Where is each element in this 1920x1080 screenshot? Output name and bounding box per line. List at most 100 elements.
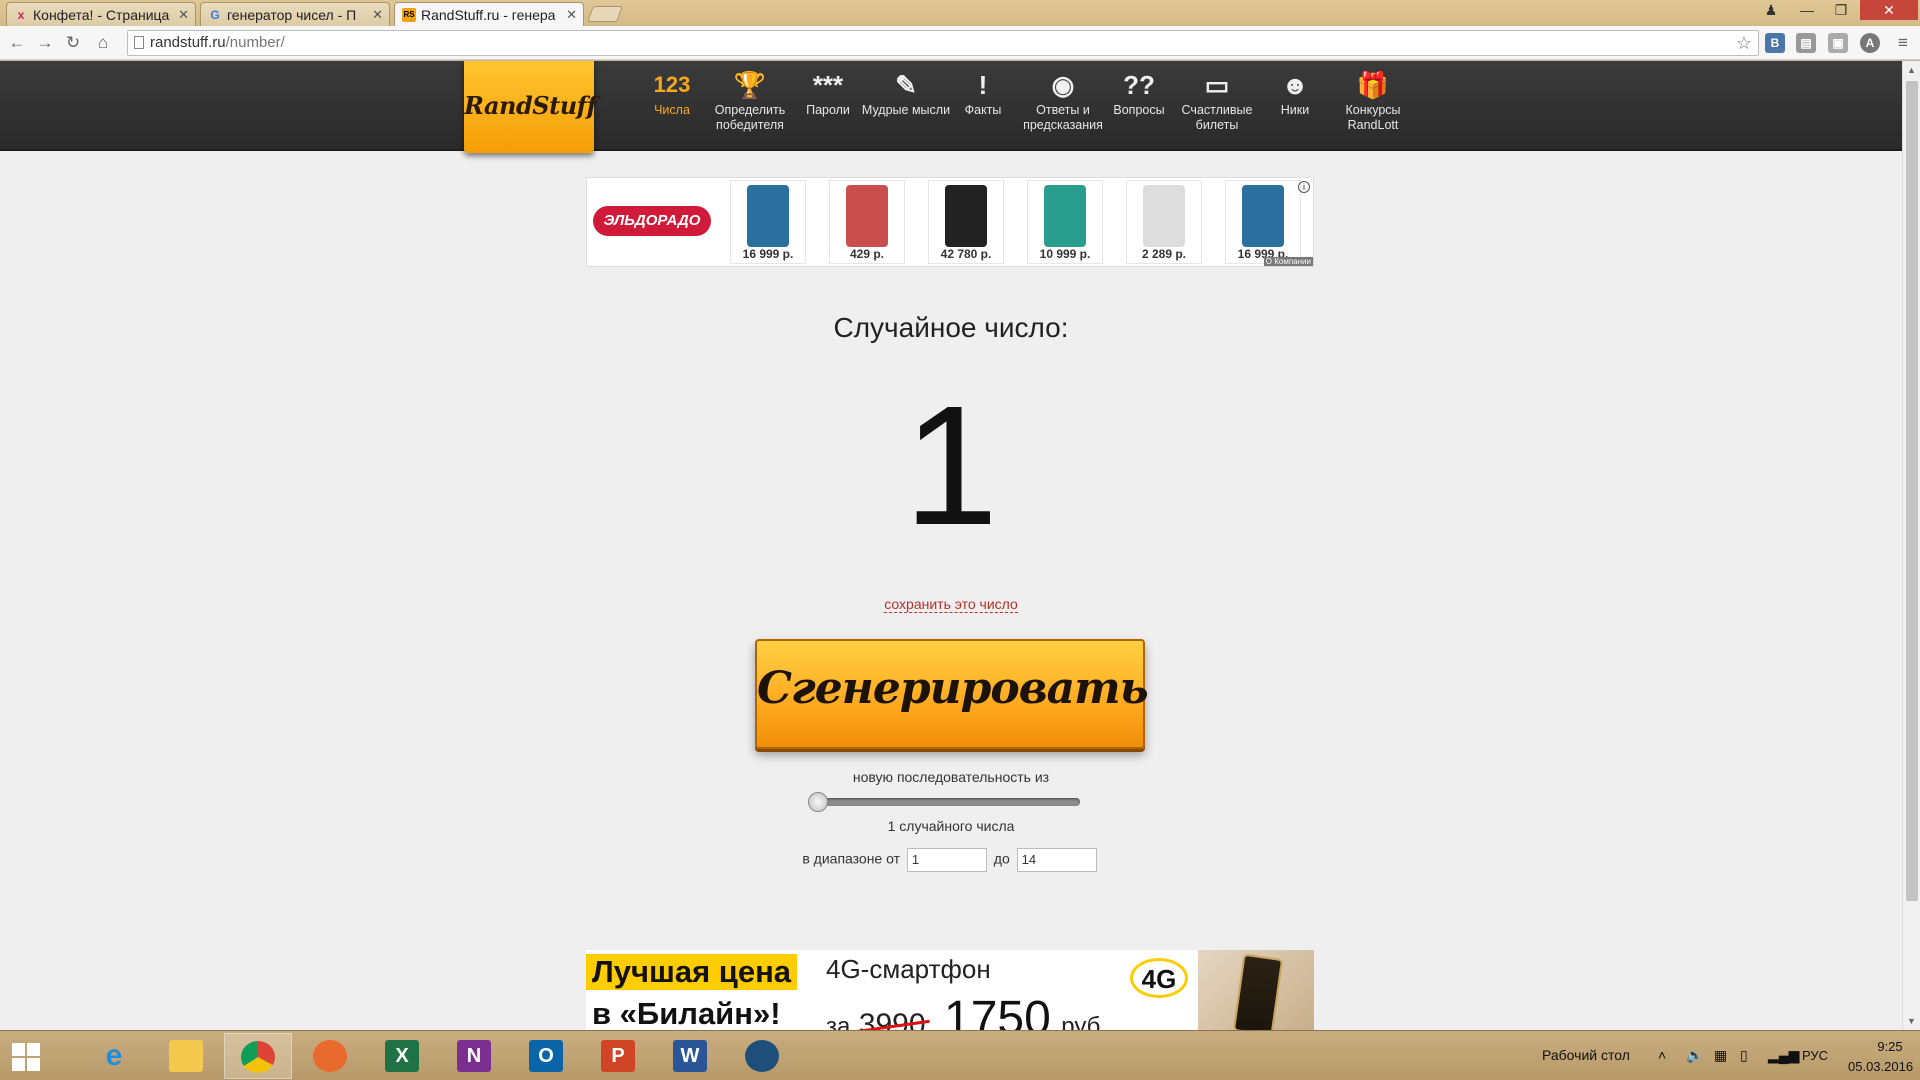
browser-tab-strip: x Конфета! - Страница ✕ G генератор чисе… bbox=[0, 0, 1920, 26]
tablet-image-icon bbox=[945, 185, 987, 247]
site-logo[interactable]: RandStuff bbox=[464, 61, 597, 153]
clock-time[interactable]: 9:25 bbox=[1860, 1039, 1920, 1054]
curtain-image-icon bbox=[846, 185, 888, 247]
page-scrollbar[interactable]: ▲ ▼ bbox=[1902, 61, 1920, 1030]
nav-lucky-tickets[interactable]: ▭ Счастливые билеты bbox=[1172, 69, 1262, 133]
generate-button[interactable]: Сгенерировать bbox=[755, 639, 1149, 749]
nav-questions[interactable]: ?? Вопросы bbox=[1094, 69, 1184, 118]
reload-icon[interactable]: ↻ bbox=[62, 32, 84, 54]
alien-icon: ☻ bbox=[1281, 70, 1309, 100]
minimize-button[interactable]: — bbox=[1790, 0, 1824, 20]
new-tab-button[interactable] bbox=[587, 6, 623, 22]
range-from-input[interactable]: 1 bbox=[906, 848, 987, 872]
nav-winner[interactable]: 🏆 Определить победителя bbox=[705, 69, 795, 133]
desktop-toolbar-label[interactable]: Рабочий стол bbox=[1542, 1047, 1630, 1063]
beeline-slogan: Лучшая цена в «Билайн»! bbox=[586, 954, 804, 1030]
chrome-icon bbox=[241, 1041, 275, 1073]
volume-icon[interactable]: 🔈 bbox=[1686, 1047, 1703, 1064]
ad-company-label[interactable]: О Компании bbox=[1263, 257, 1313, 266]
taskbar-ie[interactable]: e bbox=[80, 1033, 148, 1079]
count-slider-handle[interactable] bbox=[808, 792, 828, 812]
extension-icon[interactable]: ▤ bbox=[1796, 33, 1816, 53]
product-price: 42 780 р. bbox=[940, 247, 992, 261]
extension-a-icon[interactable]: A bbox=[1860, 33, 1880, 53]
folder-icon bbox=[169, 1040, 203, 1072]
address-bar[interactable]: randstuff.ru/number/ ☆ bbox=[127, 30, 1759, 56]
taskbar-onenote[interactable]: N bbox=[440, 1033, 508, 1079]
browser-toolbar: ← → ↻ ⌂ randstuff.ru/number/ ☆ B ▤ ▣ A ≡ bbox=[0, 26, 1920, 60]
taskbar-chrome[interactable] bbox=[224, 1033, 292, 1079]
randstuff-favicon-icon: RS bbox=[402, 8, 416, 22]
extension-icon[interactable]: ▣ bbox=[1828, 33, 1848, 53]
info-icon[interactable]: i bbox=[1298, 181, 1310, 193]
ad-product[interactable]: 429 р. bbox=[829, 180, 905, 264]
back-icon[interactable]: ← bbox=[6, 32, 28, 54]
range-to-input[interactable]: 14 bbox=[1016, 848, 1097, 872]
generate-button-label: Сгенерировать bbox=[757, 663, 1149, 714]
nav-label: Пароли bbox=[806, 103, 850, 117]
phone-image-icon bbox=[1242, 185, 1284, 247]
vk-extension-icon[interactable]: B bbox=[1765, 33, 1785, 53]
forward-icon[interactable]: → bbox=[34, 32, 56, 54]
clock-date[interactable]: 05.03.2016 bbox=[1848, 1059, 1913, 1074]
close-window-button[interactable]: ✕ bbox=[1860, 0, 1918, 20]
tab-randstuff[interactable]: RS RandStuff.ru - генера ✕ bbox=[394, 2, 584, 26]
network-icon[interactable]: ▂▄▆ bbox=[1768, 1047, 1799, 1064]
numbers-icon: 123 bbox=[653, 72, 691, 97]
beeline-offer: 4G-смартфон за 3990 1750 руб. bbox=[826, 954, 1146, 1030]
battery-icon[interactable]: ▯ bbox=[1740, 1047, 1748, 1064]
nav-facts[interactable]: ! Факты bbox=[938, 69, 1028, 118]
count-slider-track[interactable] bbox=[812, 798, 1080, 806]
nav-passwords[interactable]: *** Пароли bbox=[783, 69, 873, 118]
maximize-button[interactable]: ❐ bbox=[1824, 0, 1858, 20]
nav-nicknames[interactable]: ☻ Ники bbox=[1250, 69, 1340, 118]
taskbar-app[interactable] bbox=[728, 1033, 796, 1079]
chevron-up-icon[interactable]: ˄ bbox=[1658, 1047, 1666, 1063]
eldorado-logo[interactable]: ЭЛЬДОРАДО bbox=[593, 206, 711, 236]
nav-label: Мудрые мысли bbox=[861, 103, 951, 117]
ad-product[interactable]: 16 999 р. bbox=[730, 180, 806, 264]
price-prefix: за bbox=[826, 1013, 851, 1030]
taskbar-explorer[interactable] bbox=[152, 1033, 220, 1079]
nav-numbers[interactable]: 123 Числа bbox=[627, 69, 717, 118]
ad-banner-eldorado[interactable]: ЭЛЬДОРАДО 16 999 р. 429 р. 42 780 р. 10 … bbox=[586, 177, 1314, 267]
menu-icon[interactable]: ≡ bbox=[1892, 32, 1914, 54]
ad-banner-beeline[interactable]: Лучшая цена в «Билайн»! 4G-смартфон за 3… bbox=[586, 950, 1314, 1030]
ad-product[interactable]: 42 780 р. bbox=[928, 180, 1004, 264]
scroll-up-icon[interactable]: ▲ bbox=[1907, 65, 1916, 75]
powerpoint-icon: P bbox=[601, 1040, 635, 1072]
taskbar-excel[interactable]: X bbox=[368, 1033, 436, 1079]
windows-start-icon[interactable] bbox=[12, 1043, 40, 1071]
taskbar-word[interactable]: W bbox=[656, 1033, 724, 1079]
4g-badge: 4G bbox=[1130, 958, 1188, 998]
scrollbar-thumb[interactable] bbox=[1906, 81, 1918, 901]
taskbar-outlook[interactable]: O bbox=[512, 1033, 580, 1079]
save-number-link[interactable]: сохранить это число bbox=[884, 596, 1018, 613]
action-center-icon[interactable]: ▦ bbox=[1714, 1047, 1727, 1064]
nav-contests[interactable]: 🎁 Конкурсы RandLott bbox=[1328, 69, 1418, 133]
tab-google[interactable]: G генератор чисел - П ✕ bbox=[200, 2, 390, 26]
scroll-down-icon[interactable]: ▼ bbox=[1907, 1016, 1916, 1026]
beeline-slogan-line1: Лучшая цена bbox=[586, 954, 798, 990]
close-icon[interactable]: ✕ bbox=[566, 3, 577, 26]
close-icon[interactable]: ✕ bbox=[178, 3, 189, 26]
outlook-icon: O bbox=[529, 1040, 563, 1072]
language-indicator[interactable]: РУС bbox=[1802, 1048, 1828, 1063]
product-price: 16 999 р. bbox=[742, 247, 794, 261]
tab-konfeta[interactable]: x Конфета! - Страница ✕ bbox=[6, 2, 196, 26]
ad-product[interactable]: 16 999 р. bbox=[1225, 180, 1301, 264]
user-profile-icon[interactable]: ♟ bbox=[1756, 0, 1786, 20]
system-tray: Рабочий стол ˄ 🔈 ▦ ▯ ▂▄▆ РУС 9:25 05.03.… bbox=[1480, 1031, 1920, 1080]
page-icon bbox=[134, 36, 144, 49]
taskbar-powerpoint[interactable]: P bbox=[584, 1033, 652, 1079]
taskbar-app[interactable] bbox=[296, 1033, 364, 1079]
kettle-image-icon bbox=[1143, 185, 1185, 247]
logo-text: RandStuff bbox=[464, 91, 597, 120]
internet-explorer-icon: e bbox=[105, 1039, 123, 1072]
close-icon[interactable]: ✕ bbox=[372, 3, 383, 26]
ad-product[interactable]: 10 999 р. bbox=[1027, 180, 1103, 264]
home-icon[interactable]: ⌂ bbox=[92, 32, 114, 54]
bookmark-star-icon[interactable]: ☆ bbox=[1736, 31, 1752, 55]
tab-title: генератор чисел - П bbox=[227, 7, 357, 23]
ad-product[interactable]: 2 289 р. bbox=[1126, 180, 1202, 264]
